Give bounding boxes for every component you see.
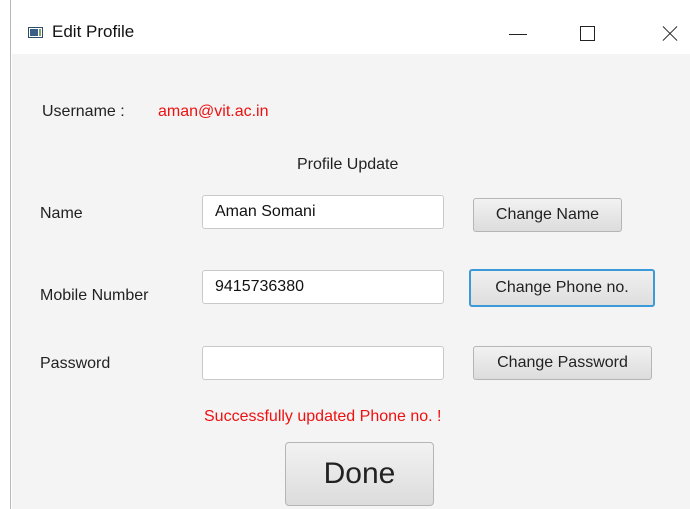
maximize-icon[interactable] xyxy=(575,12,621,52)
close-icon[interactable] xyxy=(644,12,690,52)
title-bar: Edit Profile xyxy=(12,0,690,54)
done-button[interactable]: Done xyxy=(285,442,434,506)
name-label: Name xyxy=(40,205,83,222)
username-value: aman@vit.ac.in xyxy=(158,103,269,120)
password-input[interactable] xyxy=(202,346,444,380)
mobile-number-input[interactable] xyxy=(202,270,444,304)
change-password-button[interactable]: Change Password xyxy=(473,346,652,380)
name-input[interactable] xyxy=(202,195,444,229)
status-message: Successfully updated Phone no. ! xyxy=(204,408,442,425)
password-label: Password xyxy=(40,355,111,372)
username-label: Username : xyxy=(42,103,125,120)
background-window-edge xyxy=(0,0,12,509)
edit-profile-window: Edit Profile Username : aman@vit.ac.in P… xyxy=(12,0,690,509)
minimize-icon[interactable] xyxy=(498,12,544,52)
app-window-icon xyxy=(28,27,43,38)
change-name-button[interactable]: Change Name xyxy=(473,198,622,232)
profile-update-heading: Profile Update xyxy=(297,156,399,173)
window-border-line xyxy=(10,0,11,509)
window-title: Edit Profile xyxy=(52,22,135,41)
mobile-number-label: Mobile Number xyxy=(40,287,149,304)
change-phone-button[interactable]: Change Phone no. xyxy=(469,269,655,307)
